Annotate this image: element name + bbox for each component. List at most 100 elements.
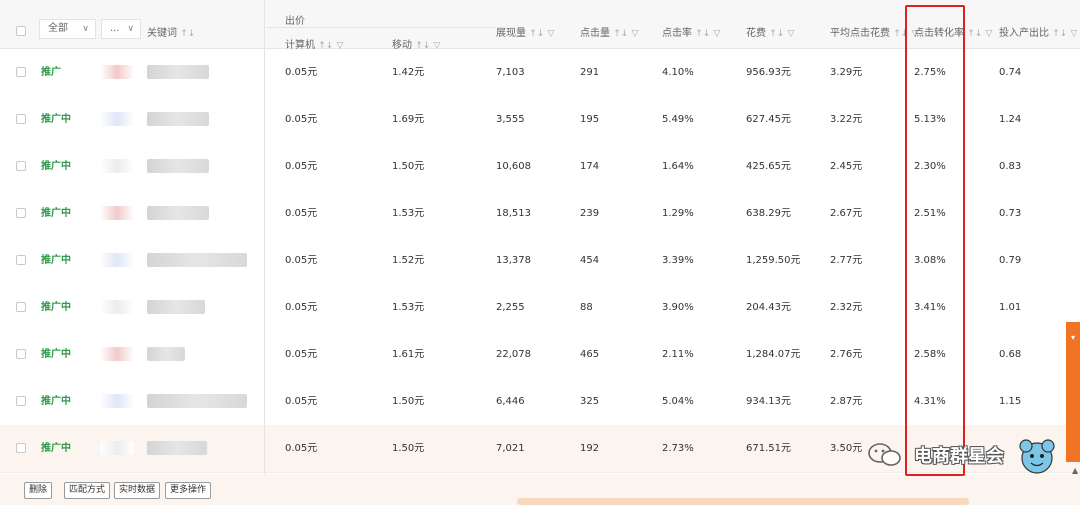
cell-mobile: 1.53元: [392, 208, 425, 219]
horizontal-scrollbar[interactable]: [517, 498, 969, 505]
cell-mobile: 1.42元: [392, 67, 425, 78]
col-keyword[interactable]: 关键词 ↑↓: [147, 24, 195, 39]
cell-ctr: 3.90%: [662, 302, 694, 313]
filter-icon: ▽: [985, 29, 993, 39]
redacted-thumbnail: [100, 441, 134, 455]
redacted-thumbnail: [100, 394, 134, 408]
col-roi[interactable]: 投入产出比 ↑↓ ▽: [999, 24, 1077, 39]
redacted-keyword: [147, 65, 209, 79]
sort-icon: ↑↓: [769, 29, 785, 39]
type-filter-value: ...: [110, 23, 120, 34]
cell-roi: 0.74: [999, 67, 1022, 78]
row-checkbox[interactable]: [16, 443, 26, 453]
col-cost-label: 花费: [746, 28, 766, 39]
filter-icon: ▽: [713, 29, 721, 39]
row-checkbox[interactable]: [16, 161, 26, 171]
row-checkbox[interactable]: [16, 208, 26, 218]
cell-mobile: 1.53元: [392, 302, 425, 313]
cell-clicks: 174: [580, 161, 600, 172]
row-checkbox[interactable]: [16, 349, 26, 359]
cell-ctr: 4.10%: [662, 67, 694, 78]
redacted-keyword: [147, 347, 185, 361]
filter-icon: ▽: [547, 29, 555, 39]
wechat-icon: [868, 443, 901, 466]
cell-pc: 0.05元: [285, 443, 318, 454]
cell-pc: 0.05元: [285, 161, 318, 172]
col-keyword-label: 关键词: [147, 28, 177, 39]
cell-avg-cpc: 3.50元: [830, 443, 863, 454]
cell-cost: 934.13元: [746, 396, 791, 407]
cell-avg-cpc: 2.45元: [830, 161, 863, 172]
cell-impressions: 13,378: [496, 255, 531, 266]
col-impressions[interactable]: 展现量 ↑↓ ▽: [496, 24, 554, 39]
cell-avg-cpc: 2.76元: [830, 349, 863, 360]
redacted-thumbnail: [100, 253, 134, 267]
side-panel-glyph: ▾: [1070, 333, 1075, 342]
col-roi-label: 投入产出比: [999, 28, 1049, 39]
redacted-thumbnail: [100, 300, 134, 314]
mascot-icon: [1019, 439, 1055, 474]
row-checkbox[interactable]: [16, 114, 26, 124]
redacted-keyword: [147, 394, 247, 408]
redacted-thumbnail: [100, 159, 134, 173]
cell-clicks: 88: [580, 302, 593, 313]
row-checkbox[interactable]: [16, 396, 26, 406]
cell-avg-cpc: 2.32元: [830, 302, 863, 313]
delete-button[interactable]: 删除: [24, 482, 53, 499]
col-cost[interactable]: 花费 ↑↓ ▽: [746, 24, 794, 39]
cell-pc: 0.05元: [285, 208, 318, 219]
cell-mobile: 1.52元: [392, 255, 425, 266]
filter-icon: ▽: [1070, 29, 1078, 39]
cell-pc: 0.05元: [285, 396, 318, 407]
redacted-thumbnail: [100, 65, 134, 79]
col-ctr[interactable]: 点击率 ↑↓ ▽: [662, 24, 720, 39]
cell-cost: 671.51元: [746, 443, 791, 454]
redacted-keyword: [147, 112, 209, 126]
redacted-thumbnail: [100, 112, 134, 126]
more-actions-button[interactable]: 更多操作: [165, 482, 212, 499]
select-all-checkbox[interactable]: [16, 26, 26, 36]
sort-icon: ↑↓: [967, 29, 983, 39]
realtime-data-button[interactable]: 实时数据: [114, 482, 161, 499]
match-type-button[interactable]: 匹配方式: [64, 482, 111, 499]
type-filter-select[interactable]: ... ∨: [101, 19, 141, 39]
row-checkbox[interactable]: [16, 67, 26, 77]
redacted-thumbnail: [100, 347, 134, 361]
side-float-panel[interactable]: ▾: [1066, 322, 1080, 462]
redacted-keyword: [147, 441, 207, 455]
status-filter-select[interactable]: 全部 ∨: [39, 19, 96, 39]
redacted-keyword: [147, 206, 209, 220]
cell-roi: 1.24: [999, 114, 1022, 125]
cell-ctr: 3.39%: [662, 255, 694, 266]
sort-icon: ↑↓: [529, 29, 545, 39]
col-clicks[interactable]: 点击量 ↑↓ ▽: [580, 24, 638, 39]
watermark: 电商群星会: [860, 432, 1060, 478]
cell-roi: 0.79: [999, 255, 1022, 266]
col-clicks-label: 点击量: [580, 28, 610, 39]
cell-avg-cpc: 2.67元: [830, 208, 863, 219]
cell-pc: 0.05元: [285, 302, 318, 313]
status-label: 推广中: [41, 208, 71, 219]
cell-mobile: 1.61元: [392, 349, 425, 360]
cell-impressions: 18,513: [496, 208, 531, 219]
chevron-down-icon: ∨: [127, 24, 134, 34]
cell-cost: 956.93元: [746, 67, 791, 78]
sort-icon: ↑↓: [695, 29, 711, 39]
cell-avg-cpc: 2.77元: [830, 255, 863, 266]
cell-clicks: 325: [580, 396, 600, 407]
cell-roi: 0.73: [999, 208, 1022, 219]
row-checkbox[interactable]: [16, 255, 26, 265]
row-checkbox[interactable]: [16, 302, 26, 312]
redacted-keyword: [147, 159, 209, 173]
header-divider: [266, 27, 496, 28]
cell-cost: 1,259.50元: [746, 255, 801, 266]
status-filter-value: 全部: [48, 23, 68, 34]
chevron-up-icon[interactable]: ▲: [1072, 466, 1078, 475]
status-label: 推广中: [41, 114, 71, 125]
cell-clicks: 195: [580, 114, 600, 125]
status-label: 推广中: [41, 302, 71, 313]
cell-ctr: 5.04%: [662, 396, 694, 407]
cell-pc: 0.05元: [285, 67, 318, 78]
cell-pc: 0.05元: [285, 255, 318, 266]
cell-mobile: 1.50元: [392, 443, 425, 454]
